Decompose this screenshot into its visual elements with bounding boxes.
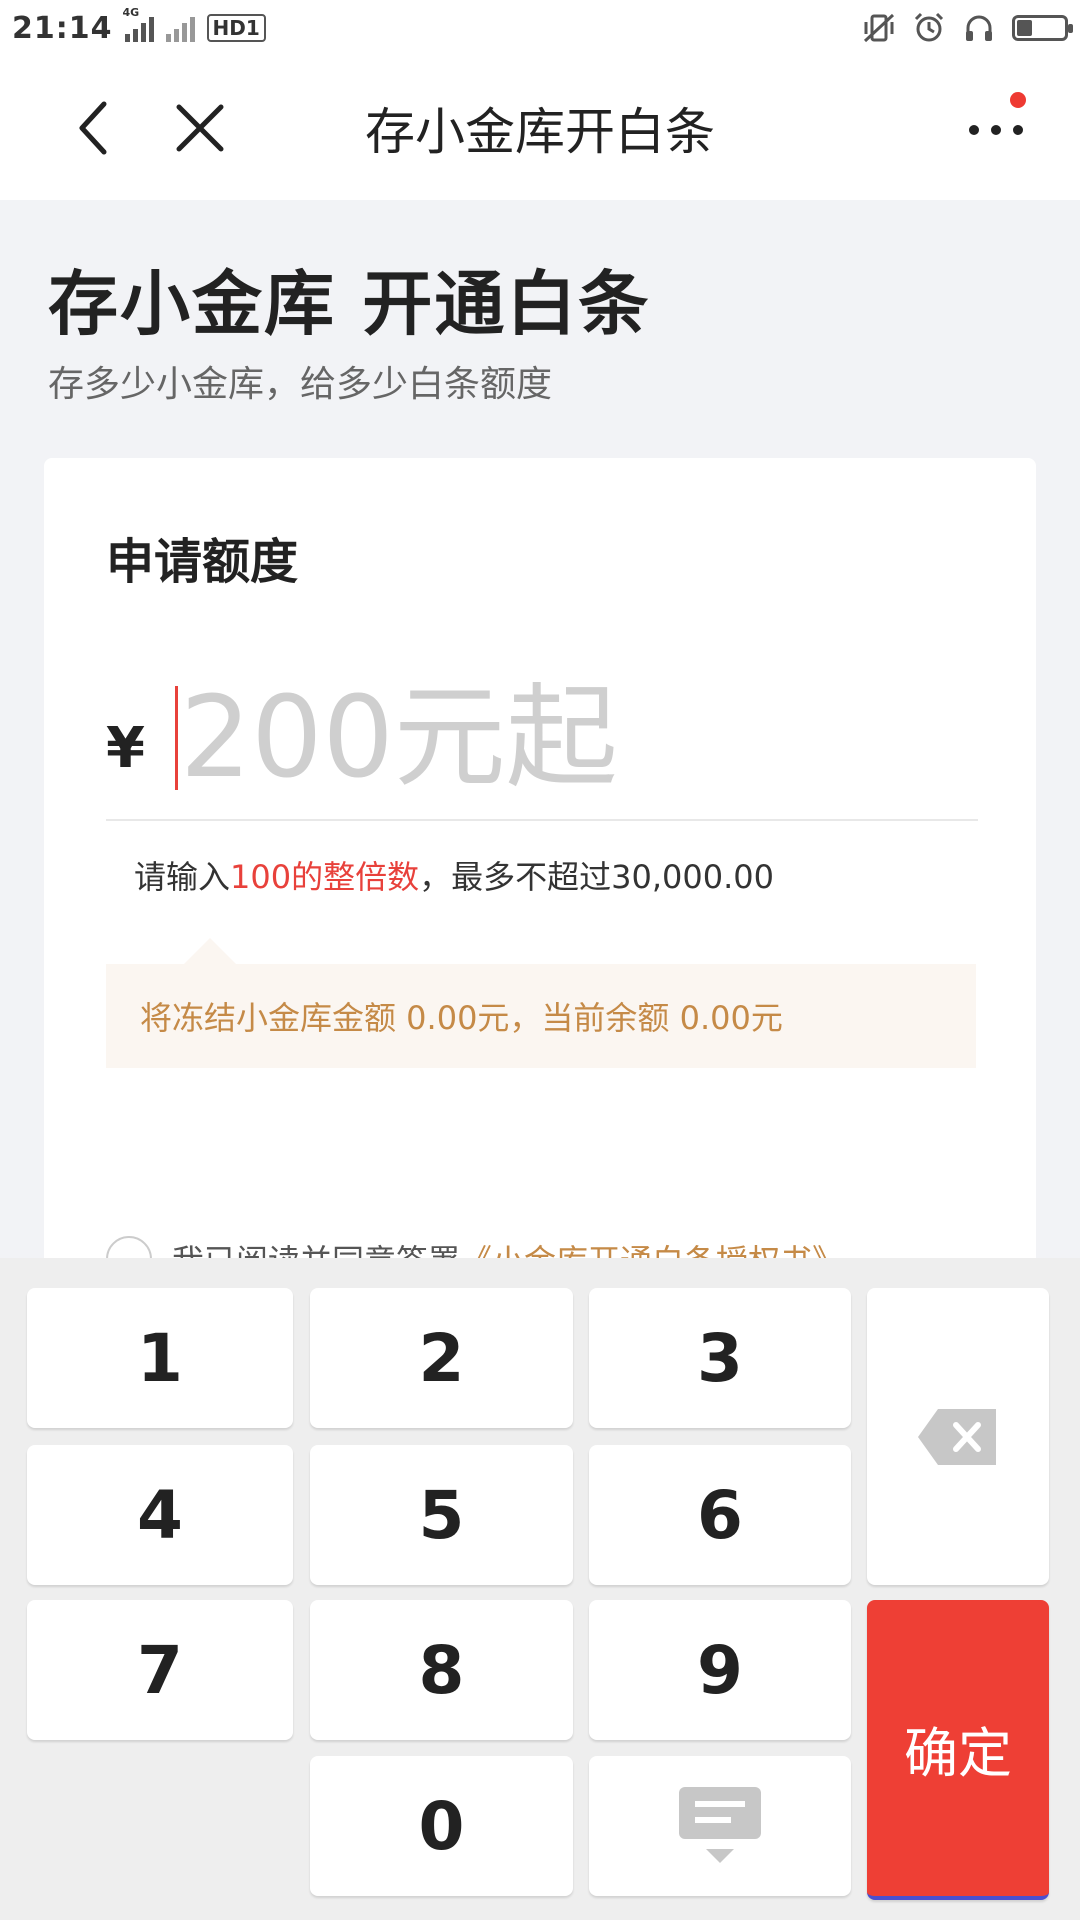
hd-badge: HD1 xyxy=(206,14,266,42)
notice-arrow xyxy=(184,938,236,964)
notification-dot xyxy=(1010,92,1026,108)
key-2[interactable]: 2 xyxy=(310,1288,573,1428)
status-time: 21:14 xyxy=(12,10,113,46)
status-right xyxy=(862,11,1073,45)
hero-title: 存小金库 开通白条 xyxy=(48,263,651,345)
key-5[interactable]: 5 xyxy=(310,1445,573,1585)
currency-symbol: ¥ xyxy=(106,715,145,781)
card-title: 申请额度 xyxy=(106,534,299,590)
chevron-left-icon xyxy=(79,101,107,155)
hint-highlight: 100的整倍数 xyxy=(230,858,420,896)
delete-key[interactable] xyxy=(867,1288,1049,1585)
key-4[interactable]: 4 xyxy=(27,1445,293,1585)
key-0[interactable]: 0 xyxy=(310,1756,573,1896)
alarm-icon xyxy=(912,11,946,45)
status-bar: 21:14 4G HD1 xyxy=(0,0,1080,56)
amount-underline xyxy=(106,819,978,821)
numeric-keypad: 1 2 3 4 5 6 7 8 9 确定 0 xyxy=(0,1258,1080,1920)
more-button[interactable] xyxy=(956,88,1036,168)
hero-subtitle: 存多少小金库，给多少白条额度 xyxy=(48,364,553,405)
key-1[interactable]: 1 xyxy=(27,1288,293,1428)
headphones-icon xyxy=(962,11,996,45)
key-8[interactable]: 8 xyxy=(310,1600,573,1740)
hint-prefix: 请输入 xyxy=(134,858,231,896)
back-button[interactable] xyxy=(52,88,132,168)
keyboard-hide-icon xyxy=(679,1787,761,1863)
more-dots-icon xyxy=(969,125,1023,135)
cellular-signal-icon: 4G xyxy=(123,6,154,42)
freeze-notice: 将冻结小金库金额 0.00元，当前余额 0.00元 xyxy=(106,964,976,1068)
confirm-button[interactable]: 确定 xyxy=(867,1600,1049,1900)
key-3[interactable]: 3 xyxy=(589,1288,851,1428)
key-6[interactable]: 6 xyxy=(589,1445,851,1585)
apply-card: 申请额度 ¥ 请输入100的整倍数，最多不超过30,000.00 将冻结小金库金… xyxy=(44,458,1036,1358)
vibrate-icon xyxy=(862,11,896,45)
hide-keyboard-key[interactable] xyxy=(589,1756,851,1896)
text-cursor xyxy=(174,686,178,790)
nav-bar: 存小金库开白条 xyxy=(0,56,1080,200)
hero-section: 存小金库 开通白条 存多少小金库，给多少白条额度 xyxy=(48,248,650,407)
key-7[interactable]: 7 xyxy=(27,1600,293,1740)
status-left: 21:14 4G HD1 xyxy=(12,6,266,46)
amount-hint: 请输入100的整倍数，最多不超过30,000.00 xyxy=(134,852,774,898)
hint-suffix: ，最多不超过30,000.00 xyxy=(419,858,774,896)
amount-input[interactable] xyxy=(179,673,880,803)
amount-row: ¥ xyxy=(106,658,976,818)
backspace-icon xyxy=(918,1408,996,1465)
key-9[interactable]: 9 xyxy=(589,1600,851,1740)
close-icon xyxy=(176,104,224,152)
close-button[interactable] xyxy=(160,88,240,168)
cellular-signal-2-icon xyxy=(165,14,195,42)
battery-icon xyxy=(1012,15,1073,41)
